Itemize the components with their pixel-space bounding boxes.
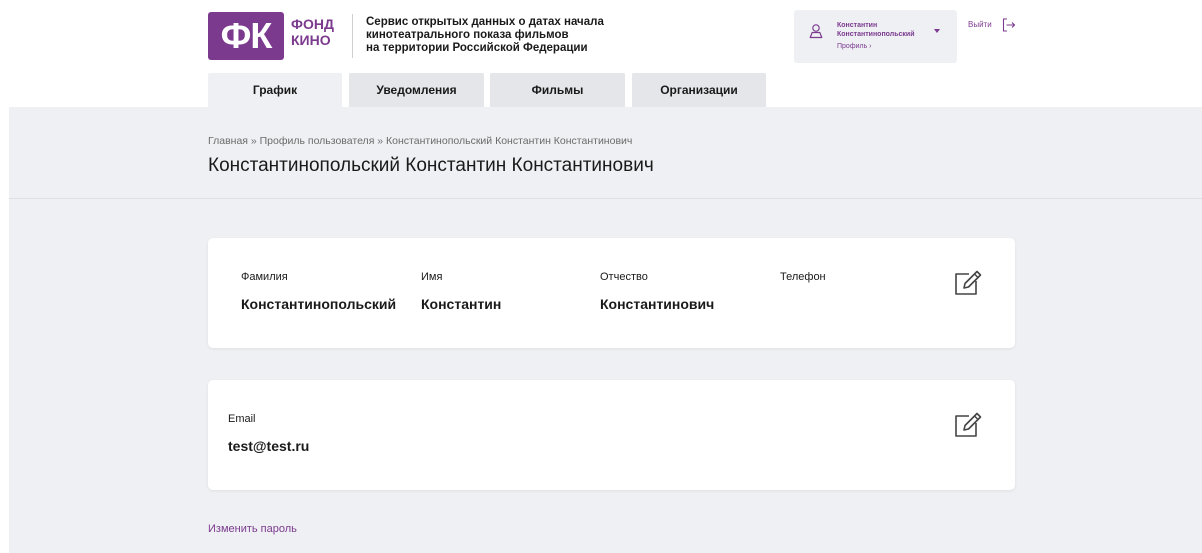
- surname-label: Фамилия: [241, 271, 288, 283]
- user-name[interactable]: Константин Константинопольский: [837, 21, 915, 39]
- email-value: test@test.ru: [228, 438, 310, 454]
- page-header-band: Главная » Профиль пользователя » Констан…: [9, 107, 1202, 199]
- user-first-name: Константин: [837, 22, 878, 29]
- logo-mark[interactable]: ФК: [208, 12, 284, 60]
- tab-notifications[interactable]: Уведомления: [349, 73, 484, 107]
- tab-schedule[interactable]: График: [208, 73, 342, 107]
- breadcrumb[interactable]: Главная » Профиль пользователя » Констан…: [208, 135, 632, 147]
- service-title-line: кинотеатрального показа фильмов: [366, 29, 569, 41]
- logout-icon[interactable]: [1002, 18, 1016, 32]
- patronymic-value: Константинович: [600, 296, 715, 312]
- logo-word-kino: КИНО: [291, 32, 331, 48]
- header: ФК ФОНД КИНО Сервис открытых данных о да…: [0, 0, 1202, 107]
- personal-info-card: Фамилия Константинопольский Имя Констант…: [208, 238, 1015, 348]
- chevron-down-icon[interactable]: [934, 29, 940, 33]
- tab-organizations[interactable]: Организации: [632, 73, 766, 107]
- user-last-name: Константинопольский: [837, 31, 915, 38]
- change-password-link[interactable]: Изменить пароль: [208, 523, 297, 535]
- user-menu[interactable]: Константин Константинопольский Профиль ›: [794, 10, 957, 63]
- logo-word-fond: ФОНД: [291, 16, 334, 32]
- user-icon: [809, 24, 823, 39]
- profile-link[interactable]: Профиль ›: [837, 43, 872, 50]
- first-name-label: Имя: [421, 271, 443, 283]
- tab-films[interactable]: Фильмы: [490, 73, 625, 107]
- service-title-line: на территории Российской Федерации: [366, 42, 588, 54]
- header-divider: [352, 14, 353, 58]
- surname-value: Константинопольский: [241, 296, 397, 312]
- logout-link[interactable]: Выйти: [968, 20, 992, 29]
- first-name-value: Константин: [421, 296, 502, 312]
- edit-icon[interactable]: [953, 410, 983, 438]
- patronymic-label: Отчество: [600, 271, 648, 283]
- service-title: Сервис открытых данных о датах начала ки…: [366, 16, 626, 55]
- service-title-line: Сервис открытых данных о датах начала: [366, 16, 604, 28]
- content-area: Фамилия Константинопольский Имя Констант…: [9, 199, 1202, 553]
- email-card: Email test@test.ru: [208, 380, 1015, 490]
- edit-icon[interactable]: [953, 268, 983, 296]
- phone-label: Телефон: [780, 271, 826, 283]
- logo-wordmark[interactable]: ФОНД КИНО: [291, 16, 346, 48]
- page-title: Константинопольский Константин Константи…: [208, 155, 654, 176]
- email-label: Email: [228, 413, 256, 425]
